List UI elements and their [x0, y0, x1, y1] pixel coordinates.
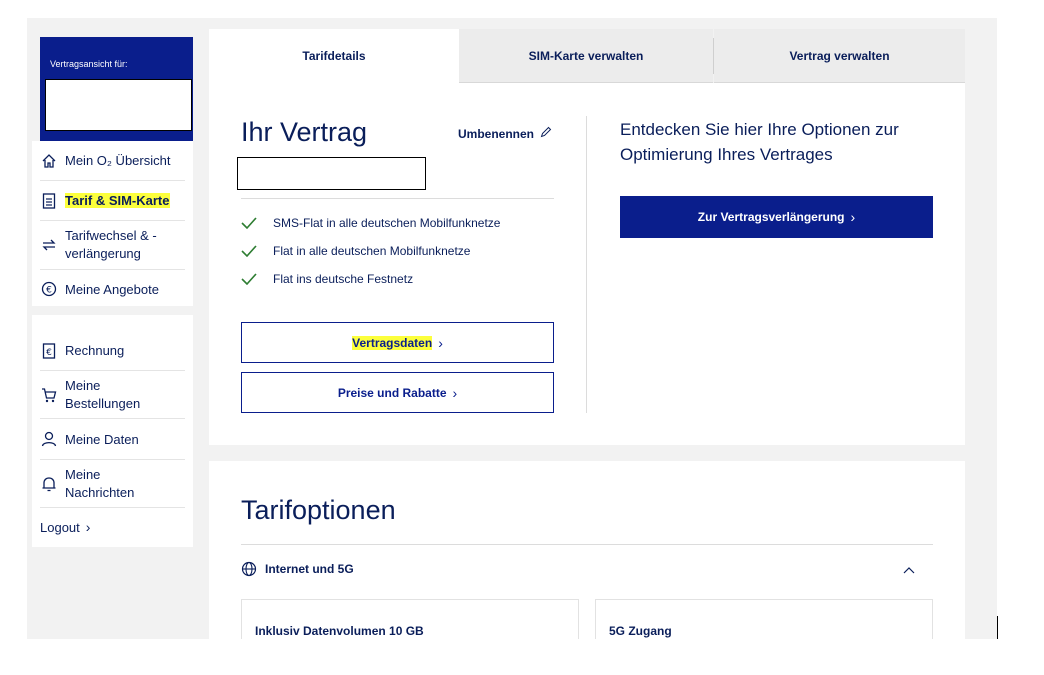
check-icon — [241, 273, 257, 285]
check-icon — [241, 245, 257, 257]
bell-icon — [40, 475, 57, 492]
divider — [241, 198, 554, 199]
prices-discounts-button[interactable]: Preise und Rabatte › — [241, 372, 554, 413]
tab-tariff-details[interactable]: Tarifdetails — [209, 29, 459, 83]
tab-label: Vertrag verwalten — [789, 48, 890, 63]
sidebar-item-label: Meine Bestellungen — [65, 377, 141, 411]
sidebar-item-label: Mein O₂ Übersicht — [65, 153, 171, 168]
sidebar-item-label: Rechnung — [65, 343, 125, 358]
cart-icon — [40, 386, 57, 403]
tab-label: SIM-Karte verwalten — [528, 48, 644, 63]
globe-icon — [241, 561, 257, 577]
feature-item: Flat in alle deutschen Mobilfunknetze — [241, 244, 470, 258]
contract-view-label: Vertragsansicht für: — [50, 59, 128, 69]
page-title: Ihr Vertrag — [241, 117, 368, 147]
sidebar-item-label: Tarif & SIM-Karte — [65, 193, 170, 208]
chevron-right-icon: › — [85, 519, 91, 535]
sidebar-item-my-data[interactable]: Meine Daten — [40, 419, 185, 460]
check-icon — [241, 217, 257, 229]
sidebar-item-messages[interactable]: Meine Nachrichten — [40, 460, 185, 508]
chevron-right-icon: › — [850, 209, 856, 225]
feature-item: SMS-Flat in alle deutschen Mobilfunknetz… — [241, 216, 500, 230]
sidebar-nav-secondary: € Rechnung Meine Bestellungen Meine Date… — [32, 315, 193, 547]
sidebar-item-tariff-sim[interactable]: Tarif & SIM-Karte — [40, 181, 185, 221]
sidebar-item-overview[interactable]: Mein O₂ Übersicht — [40, 141, 185, 181]
button-label: Vertragsdaten — [352, 335, 433, 350]
section-title: Tarifoptionen — [241, 495, 396, 525]
sidebar-nav-primary: Mein O₂ Übersicht Tarif & SIM-Karte Tari… — [32, 141, 193, 306]
tab-manage-contract[interactable]: Vertrag verwalten — [714, 29, 965, 83]
document-icon — [40, 192, 57, 209]
home-icon — [40, 152, 57, 169]
svg-text:€: € — [46, 286, 52, 296]
feature-text: SMS-Flat in alle deutschen Mobilfunknetz… — [273, 216, 501, 230]
swap-icon — [40, 237, 57, 254]
chevron-right-icon: › — [438, 334, 443, 351]
user-icon — [40, 431, 57, 448]
chevron-right-icon: › — [452, 384, 458, 401]
option-card-title: Inklusiv Datenvolumen 10 GB — [255, 624, 424, 638]
sidebar-item-label: Meine Angebote — [65, 281, 159, 297]
rename-label: Umbenennen — [458, 126, 535, 141]
accordion-label: Internet und 5G — [265, 562, 354, 576]
tab-label: Tarifdetails — [302, 49, 366, 63]
rename-button[interactable]: Umbenennen — [458, 126, 552, 141]
edge-line — [997, 616, 998, 639]
option-card[interactable]: Inklusiv Datenvolumen 10 GB — [241, 599, 579, 639]
sidebar-item-offers[interactable]: € Meine Angebote — [40, 270, 185, 308]
tab-sim-card[interactable]: SIM-Karte verwalten — [459, 29, 713, 83]
contract-name-field — [237, 157, 426, 190]
feature-item: Flat ins deutsche Festnetz — [241, 272, 413, 286]
sidebar-item-tariff-change[interactable]: Tarifwechsel & -verlängerung — [40, 221, 185, 270]
option-card[interactable]: 5G Zugang — [595, 599, 933, 639]
feature-text: Flat ins deutsche Festnetz — [273, 272, 414, 286]
contract-selector-panel: Vertragsansicht für: — [40, 37, 193, 141]
button-label: Preise und Rabatte — [337, 385, 447, 400]
vertical-divider — [586, 116, 587, 413]
svg-text:€: € — [46, 348, 52, 358]
feature-text: Flat in alle deutschen Mobilfunknetze — [273, 244, 471, 258]
pencil-icon — [540, 126, 552, 141]
chevron-up-icon[interactable] — [903, 561, 915, 579]
logout-label: Logout — [40, 519, 80, 535]
logout-link[interactable]: Logout › — [40, 508, 185, 546]
button-label: Zur Vertragsverlängerung — [697, 210, 845, 224]
contract-selector-field[interactable] — [45, 79, 192, 131]
internet-5g-accordion[interactable]: Internet und 5G — [241, 561, 354, 577]
contract-data-button[interactable]: Vertragsdaten › — [241, 322, 554, 363]
tariff-options-card: Tarifoptionen Internet und 5G Inklusiv D… — [209, 461, 965, 639]
euro-badge-icon: € — [40, 281, 57, 298]
sidebar-item-label: Meine Nachrichten — [65, 466, 135, 500]
option-card-title: 5G Zugang — [609, 624, 672, 638]
promo-text: Entdecken Sie hier Ihre Optionen zur Opt… — [620, 120, 899, 164]
contract-card: Ihr Vertrag Umbenennen SMS-Flat in alle … — [209, 83, 965, 445]
sidebar-item-orders[interactable]: Meine Bestellungen — [40, 371, 185, 419]
invoice-icon: € — [40, 342, 57, 359]
contract-extension-button[interactable]: Zur Vertragsverlängerung › — [620, 196, 933, 238]
page-canvas: Vertragsansicht für: Mein O₂ Übersicht T… — [27, 18, 997, 639]
sidebar-item-label: Tarifwechsel & -verlängerung — [65, 228, 157, 261]
sidebar-item-invoice[interactable]: € Rechnung — [40, 331, 185, 371]
divider — [241, 544, 933, 545]
sidebar-item-label: Meine Daten — [65, 431, 139, 447]
